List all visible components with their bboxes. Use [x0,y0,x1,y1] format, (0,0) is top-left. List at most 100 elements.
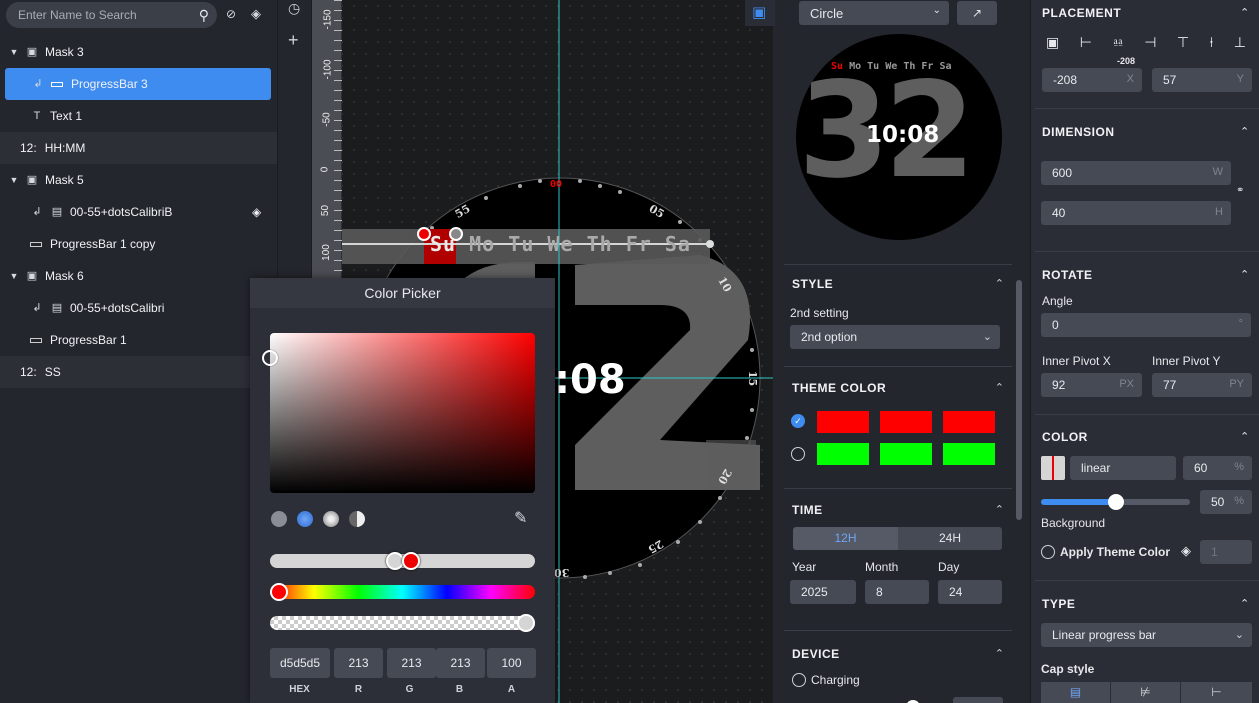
apply-theme-radio[interactable] [1041,545,1055,559]
external-link-icon[interactable]: ↗ [957,1,997,25]
mode-24h-button[interactable]: 24H [898,527,1002,550]
theme-radio-1[interactable]: ✓ [791,414,805,428]
collapse-icon[interactable]: ⌃ [995,647,1004,660]
charging-radio[interactable] [792,673,806,687]
charging-value-input[interactable] [953,697,1003,703]
saturation-field[interactable] [270,333,535,493]
collapse-icon[interactable]: ⌃ [995,277,1004,290]
g-input[interactable]: 213 [387,648,436,678]
shape-select-value: Circle [810,6,844,21]
layer-mask-6[interactable]: ▼ ▣ Mask 6 [0,260,250,292]
dial-label-30: 30 [554,566,570,579]
collapse-icon[interactable]: ⌃ [1240,430,1249,443]
cap-flat-icon[interactable]: ▤ [1041,682,1110,703]
layer-hhmm[interactable]: 12: HH:MM [0,132,277,164]
year-input[interactable]: 2025 [790,580,856,604]
height-value: 40 [1052,206,1066,220]
month-input[interactable]: 8 [865,580,929,604]
gradient-stop-handle[interactable] [402,552,420,570]
height-input[interactable]: 40 H [1041,201,1231,225]
theme-swatch-red-1[interactable] [817,411,869,433]
theme-swatch-green-3[interactable] [943,443,995,465]
expand-icon[interactable]: ▼ [9,46,19,58]
hue-slider[interactable] [270,585,535,599]
expand-icon[interactable]: ▼ [9,270,19,282]
layer-dots-calibri[interactable]: ↲ ▤ 00-55+dotsCalibri [0,292,250,324]
layer-text-1[interactable]: T Text 1 [0,100,277,132]
solid-mode-icon[interactable] [271,511,287,527]
hex-input[interactable]: d5d5d5 [270,648,330,678]
align-top-icon[interactable]: ⊤ [1177,34,1189,51]
conic-mode-icon[interactable] [349,511,365,527]
align-right-icon[interactable]: ⊣ [1144,34,1156,51]
radial-mode-icon[interactable] [323,511,339,527]
layer-dots-calibri-b[interactable]: ↲ ▤ 00-55+dotsCalibriB ◈ [0,196,277,228]
fit-icon[interactable]: ▣ [1046,34,1059,51]
focus-icon[interactable]: ▣ [745,0,775,26]
shape-select[interactable]: Circle ⌄ [799,1,949,25]
color-slider-handle[interactable] [1107,494,1124,510]
eyedropper-icon[interactable]: ✎ [514,508,527,528]
layer-ss[interactable]: 12: SS [0,356,250,388]
theme-swatch-red-3[interactable] [943,411,995,433]
alpha-slider[interactable] [270,616,535,630]
align-hcenter-icon[interactable]: ⎂ [1112,34,1123,51]
b-input[interactable]: 213 [436,648,485,678]
search-input[interactable]: Enter Name to Search ⚲ [6,2,217,28]
align-bottom-icon[interactable]: ⊥ [1234,34,1246,51]
saturation-handle[interactable] [262,350,278,366]
x-input[interactable]: -208 X [1042,68,1142,92]
collapse-icon[interactable]: ⌃ [1240,6,1249,19]
hue-handle[interactable] [270,583,288,601]
paint-bucket-icon[interactable]: ◈ [1181,543,1191,559]
angle-input[interactable]: 0 ° [1041,313,1251,337]
hide-eye-icon[interactable]: ⊘ [226,7,236,21]
paint-bucket-icon[interactable]: ◈ [252,205,261,219]
width-input[interactable]: 600 W [1041,161,1231,185]
add-icon[interactable]: + [288,30,299,51]
a-input[interactable]: 100 [487,648,536,678]
collapse-icon[interactable]: ⌃ [1240,268,1249,281]
color-percent2-input[interactable]: 50% [1200,490,1252,514]
collapse-icon[interactable]: ⌃ [1240,597,1249,610]
align-left-icon[interactable]: ⊢ [1080,34,1092,51]
theme-index-input[interactable]: 1 [1200,540,1252,564]
color-swatch[interactable] [1041,456,1065,480]
align-vcenter-icon[interactable]: ⍿ [1210,34,1214,51]
lock-ratio-icon[interactable]: ⚭ [1236,185,1244,196]
layer-progressbar-1[interactable]: ProgressBar 1 [0,324,250,356]
pivot-x-input[interactable]: 92 PX [1041,373,1142,397]
alpha-handle[interactable] [517,614,535,632]
cap-square-icon[interactable]: ⊢ [1181,682,1252,703]
paint-bucket-icon[interactable]: ◈ [251,6,261,22]
layer-mask-3[interactable]: ▼ ▣ Mask 3 [0,36,277,68]
history-icon[interactable]: ◷ [288,0,300,17]
collapse-icon[interactable]: ⌃ [995,381,1004,394]
linear-mode-icon[interactable] [297,511,313,527]
y-input[interactable]: 57 Y [1152,68,1252,92]
preview-weekday: We [885,61,898,72]
theme-radio-2[interactable] [791,447,805,461]
mode-12h-button[interactable]: 12H [793,527,898,550]
color-mode-select[interactable]: linear [1070,456,1176,480]
cap-round-icon[interactable]: ⊭ [1111,682,1180,703]
pivot-y-input[interactable]: 77 PY [1152,373,1252,397]
progress-start-handle[interactable] [417,227,431,241]
color-percent-input[interactable]: 60% [1183,456,1252,480]
style-option-select[interactable]: 2nd option ⌄ [790,325,1000,349]
scrollbar-thumb[interactable] [1016,280,1022,520]
search-icon[interactable]: ⚲ [199,7,209,24]
theme-swatch-green-1[interactable] [817,443,869,465]
layer-progressbar-1-copy[interactable]: ProgressBar 1 copy [0,228,277,260]
collapse-icon[interactable]: ⌃ [1240,125,1249,138]
theme-swatch-red-2[interactable] [880,411,932,433]
theme-swatch-green-2[interactable] [880,443,932,465]
collapse-icon[interactable]: ⌃ [995,503,1004,516]
day-input[interactable]: 24 [938,580,1002,604]
expand-icon[interactable]: ▼ [9,174,19,186]
r-input[interactable]: 213 [334,648,383,678]
layer-mask-5[interactable]: ▼ ▣ Mask 5 [0,164,277,196]
type-select[interactable]: Linear progress bar ⌄ [1041,623,1252,647]
layer-progressbar-3[interactable]: ↲ ProgressBar 3 [5,68,271,100]
progress-cap-handle[interactable] [706,240,714,248]
